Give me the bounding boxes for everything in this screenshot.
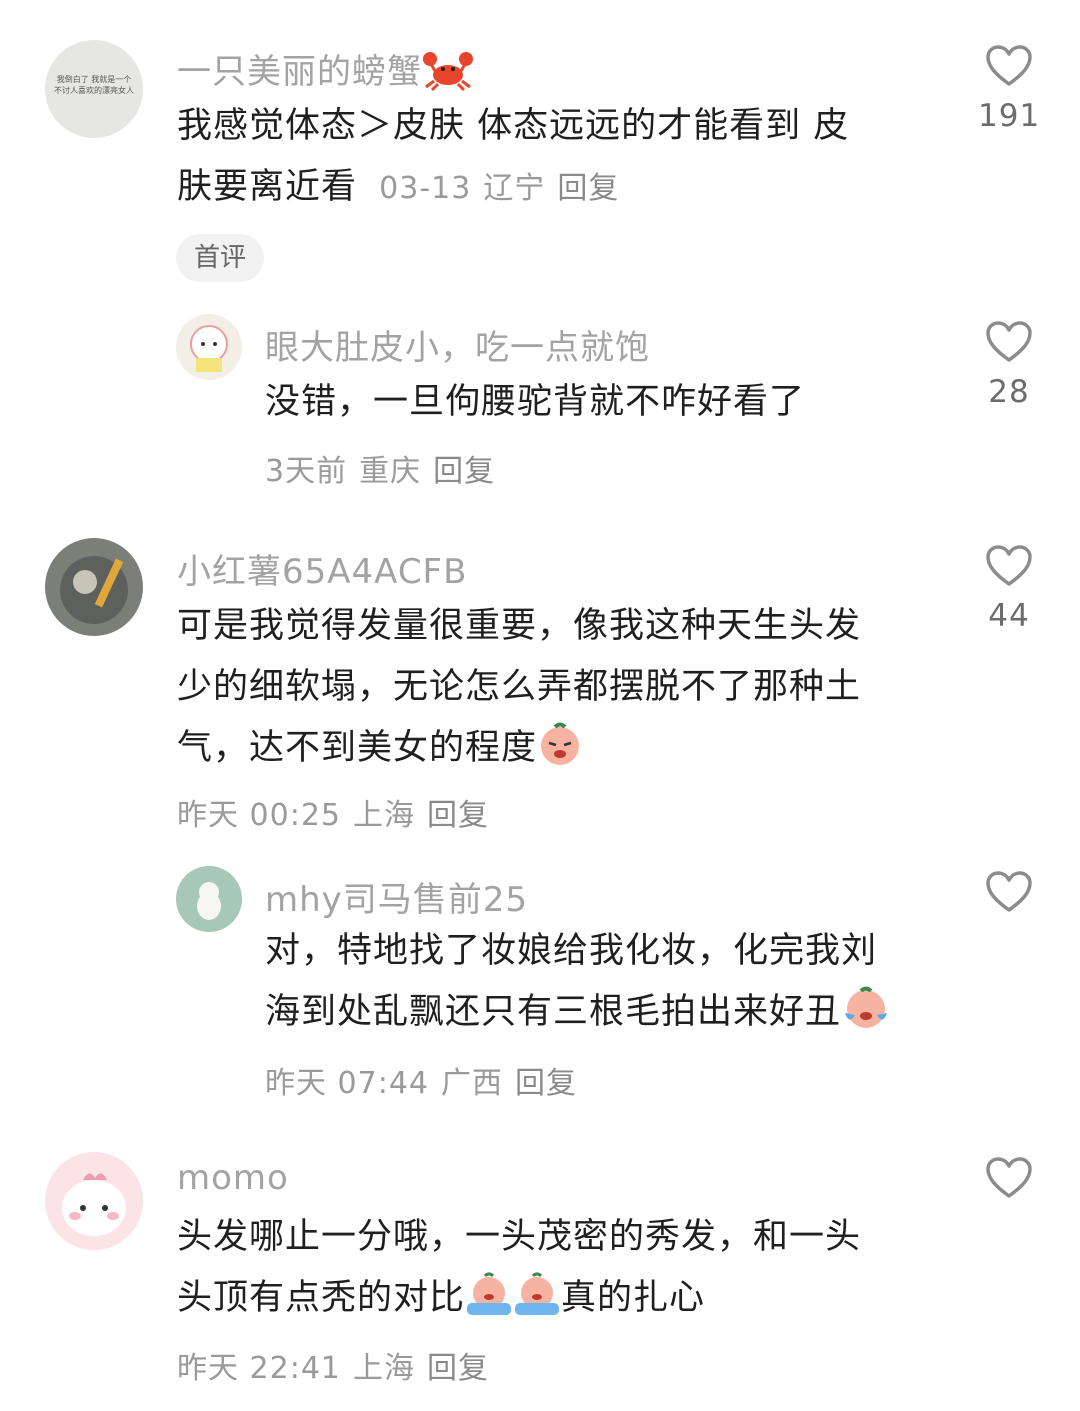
comment-text: 可是我觉得发量很重要，像我这种天生头发 少的细软塌，无论怎么弄都摆脱不了那种土 … — [177, 596, 937, 787]
avatar[interactable] — [45, 1152, 143, 1250]
avatar[interactable] — [176, 866, 242, 932]
comment-location: 重庆 — [359, 454, 422, 489]
comment-text-line: 我感觉体态＞皮肤 体态远远的才能看到 皮 — [177, 106, 850, 146]
comment-text-line: 真的扎心 — [561, 1278, 706, 1318]
heart-outline-icon — [986, 1157, 1032, 1198]
first-comment-badge: 首评 — [176, 234, 265, 282]
comment-date: 昨天 22:41 — [177, 1351, 341, 1386]
comment-text-line: 少的细软塌，无论怎么弄都摆脱不了那种土 — [177, 667, 862, 707]
comment-text: 对，特地找了妆娘给我化妆，化完我刘 海到处乱飘还只有三根毛拍出来好丑 — [265, 921, 945, 1051]
comment-text-line: 头发哪止一分哦，一头茂密的秀发，和一头 — [177, 1217, 862, 1257]
comment-text-line: 肤要离近看 — [177, 167, 358, 207]
crying-face-emoji — [513, 1271, 561, 1337]
reply-button[interactable]: 回复 — [427, 1351, 489, 1386]
comment-meta: 昨天 00:25 上海 回复 — [177, 790, 501, 834]
comment-text-line: 头顶有点秃的对比 — [177, 1278, 466, 1318]
comment-date: 03-13 — [379, 171, 472, 206]
comment-date: 3天前 — [265, 454, 348, 489]
like-button[interactable]: 44 — [978, 544, 1040, 634]
crab-emoji — [422, 47, 474, 100]
comment-location: 广西 — [441, 1066, 503, 1101]
comment-text-line: 海到处乱飘还只有三根毛拍出来好丑 — [265, 992, 842, 1032]
like-count: 191 — [978, 98, 1041, 134]
comment-date: 昨天 00:25 — [177, 798, 341, 833]
comment-list: 我倒白了 我就是一个 不讨人喜欢的漂亮女人 一只美丽的螃蟹 我感觉体态＞皮肤 体… — [0, 0, 1080, 1411]
comment-meta: 昨天 07:44 广西 回复 — [265, 1058, 589, 1102]
reply-button[interactable]: 回复 — [515, 1066, 577, 1101]
avatar[interactable]: 我倒白了 我就是一个 不讨人喜欢的漂亮女人 — [45, 40, 143, 138]
crying-face-emoji — [841, 985, 891, 1051]
comment-meta: 昨天 22:41 上海 回复 — [177, 1343, 501, 1387]
crying-face-emoji — [465, 1271, 513, 1337]
crying-face-emoji — [537, 721, 583, 787]
username[interactable]: mhy司马售前25 — [265, 872, 528, 921]
like-button[interactable]: 191 — [978, 44, 1040, 134]
like-button[interactable]: 28 — [978, 320, 1040, 410]
comment-location: 辽宁 — [483, 171, 546, 206]
username[interactable]: 一只美丽的螃蟹 — [177, 44, 474, 100]
comment-text: 我感觉体态＞皮肤 体态远远的才能看到 皮 肤要离近看 03-13 辽宁 回复 — [177, 96, 937, 219]
username[interactable]: 眼大肚皮小，吃一点就饱 — [265, 320, 650, 369]
comment-location: 上海 — [353, 1351, 415, 1386]
heart-outline-icon — [986, 321, 1032, 362]
heart-outline-icon — [986, 871, 1032, 912]
reply-button[interactable]: 回复 — [557, 171, 619, 206]
avatar-caption-2: 不讨人喜欢的漂亮女人 — [54, 86, 134, 95]
like-count: 28 — [988, 374, 1030, 410]
like-button[interactable] — [978, 1156, 1040, 1200]
comment-date: 昨天 07:44 — [265, 1066, 429, 1101]
reply-button[interactable]: 回复 — [427, 798, 489, 833]
like-count: 44 — [988, 598, 1030, 634]
like-button[interactable] — [978, 870, 1040, 914]
username-text: 一只美丽的螃蟹 — [177, 52, 422, 92]
comment-text-line: 气，达不到美女的程度 — [177, 728, 538, 768]
heart-outline-icon — [986, 545, 1032, 586]
username[interactable]: momo — [177, 1158, 289, 1198]
avatar[interactable] — [45, 538, 143, 636]
avatar-caption-1: 我倒白了 我就是一个 — [56, 75, 132, 84]
username[interactable]: 小红薯65A4ACFB — [177, 544, 467, 593]
reply-button[interactable]: 回复 — [433, 454, 495, 489]
comment-location: 上海 — [353, 798, 415, 833]
comment-text: 头发哪止一分哦，一头茂密的秀发，和一头 头顶有点秃的对比 真的扎心 — [177, 1207, 937, 1337]
comment-text: 没错，一旦佝腰驼背就不咋好看了 — [265, 382, 806, 422]
comment-meta: 3天前 重庆 回复 — [265, 446, 507, 490]
avatar[interactable] — [176, 314, 242, 380]
comment-text-line: 对，特地找了妆娘给我化妆，化完我刘 — [265, 931, 878, 971]
comment-text-line: 可是我觉得发量很重要，像我这种天生头发 — [177, 606, 862, 646]
heart-outline-icon — [986, 45, 1032, 86]
